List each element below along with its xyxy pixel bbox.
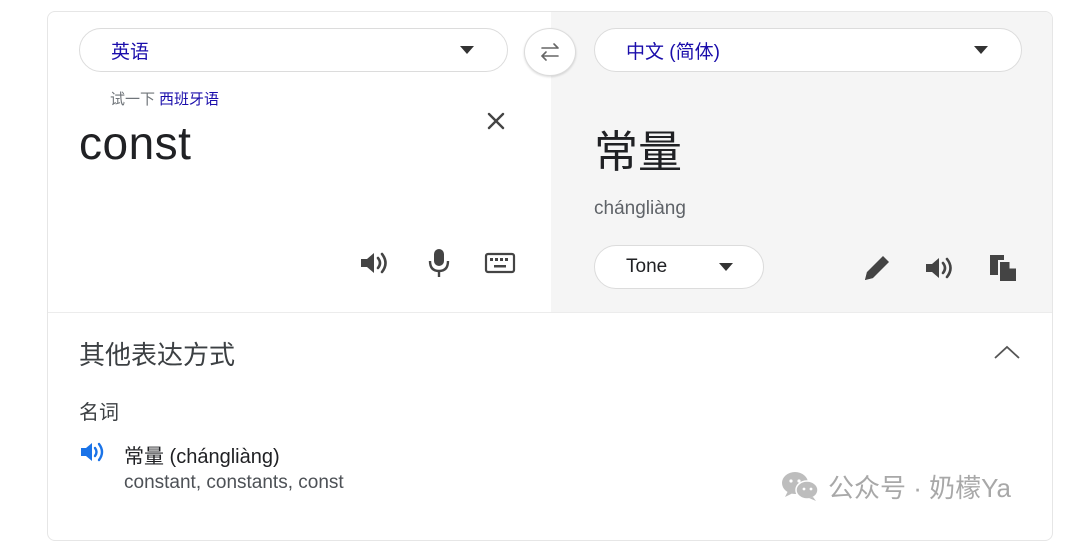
edit-translation-button[interactable] [859,250,895,286]
try-prefix: 试一下 [110,91,156,108]
chevron-down-icon [460,46,474,54]
voice-input-button[interactable] [421,245,457,281]
clear-text-button[interactable] [481,106,511,136]
try-language-link[interactable]: 西班牙语 [159,91,219,108]
collapse-alternatives-button[interactable] [992,340,1022,364]
target-listen-button[interactable] [922,250,958,286]
entry-listen-button[interactable] [79,440,107,464]
tone-select[interactable]: Tone [594,245,764,289]
source-listen-button[interactable] [357,245,393,281]
watermark: 公众号 · 奶檬Ya [780,467,1011,505]
close-icon [487,112,505,130]
try-language-suggestion: 试一下 西班牙语 [110,88,219,109]
speaker-icon [926,257,952,279]
wechat-logo-icon [782,472,819,501]
source-language-label: 英语 [111,41,150,63]
alternative-translations: constant, constants, const [124,472,344,493]
part-of-speech-label: 名词 [79,402,119,424]
pencil-icon [865,256,889,280]
romanization-text: chángliàng [594,198,686,219]
chevron-up-icon [994,345,1020,359]
copy-icon [990,255,1018,283]
tone-label: Tone [626,256,668,277]
copy-translation-button[interactable] [985,250,1021,286]
translate-card: 英语 中文 (简体) 试一下 西班牙语 const 常量 chángliàng … [47,11,1053,541]
target-language-label: 中文 (简体) [626,41,720,63]
alternative-word: 常量 (chángliàng) [124,446,280,468]
microphone-icon [428,249,450,277]
swap-languages-button[interactable] [524,28,576,76]
speaker-icon [81,442,104,462]
chevron-down-icon [719,263,733,271]
source-language-select[interactable]: 英语 [79,28,508,72]
target-language-select[interactable]: 中文 (简体) [594,28,1022,72]
keyboard-icon [484,252,516,274]
speaker-icon [361,252,387,274]
section-divider [48,312,1052,313]
watermark-text: 公众号 · 奶檬Ya [828,472,1011,503]
swap-arrows-icon [540,43,559,61]
alternatives-heading: 其他表达方式 [79,340,236,370]
translation-output: 常量 [594,128,682,177]
virtual-keyboard-button[interactable] [482,245,518,281]
chevron-down-icon [974,46,988,54]
source-text-input[interactable]: const [79,116,191,170]
